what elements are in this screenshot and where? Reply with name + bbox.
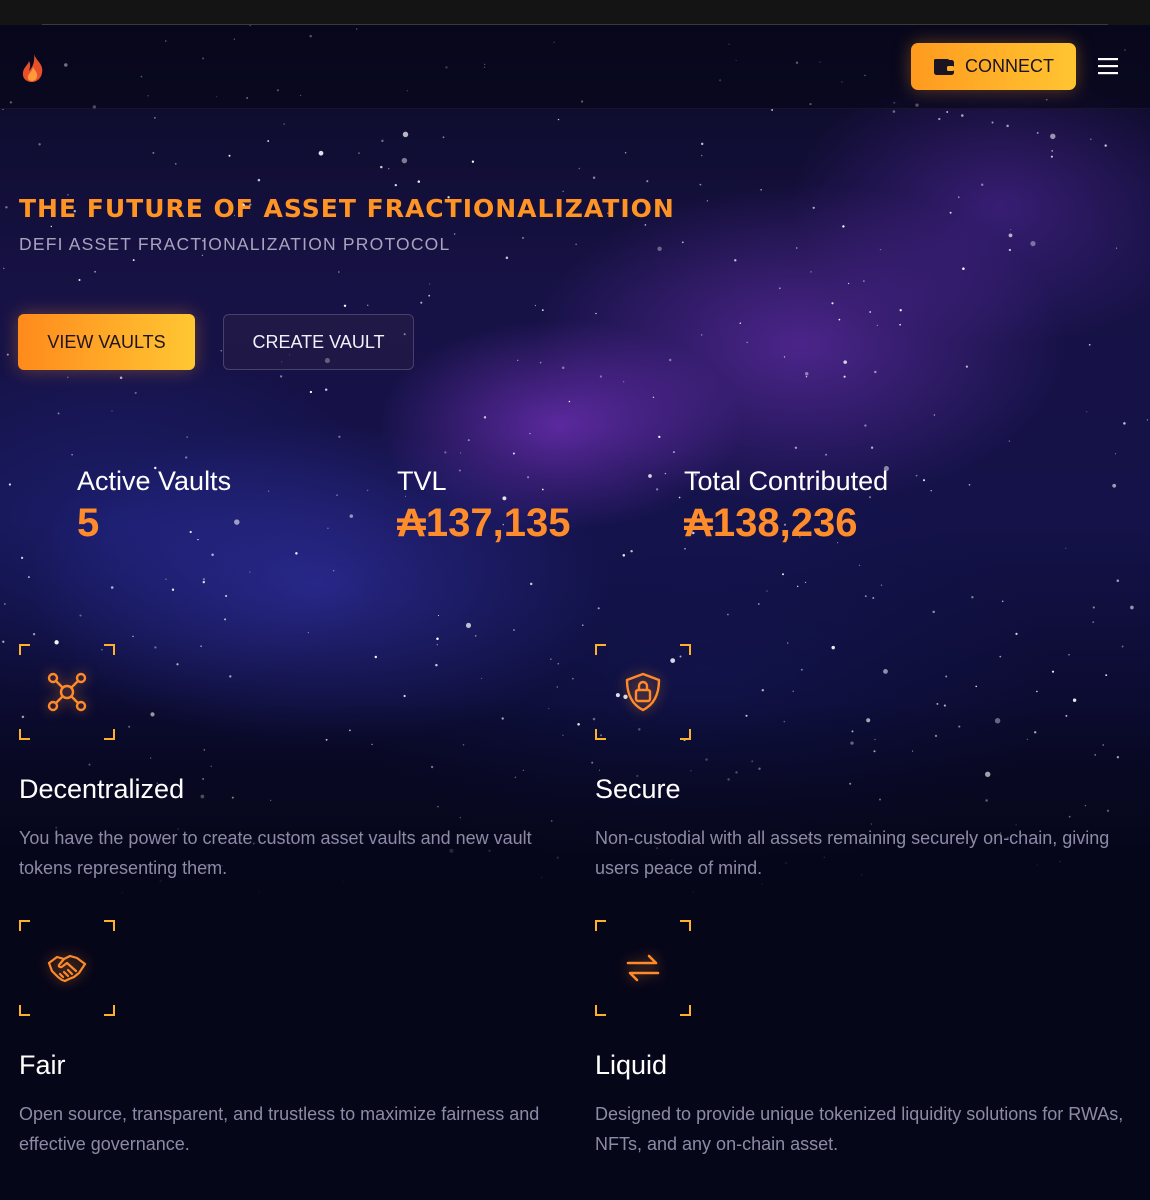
connect-wallet-button[interactable]: CONNECT — [911, 43, 1076, 90]
shield-lock-icon — [625, 672, 661, 712]
hamburger-menu-icon[interactable] — [1096, 55, 1120, 77]
handshake-icon — [47, 954, 87, 983]
feature-description: Non-custodial with all assets remaining … — [595, 828, 1110, 878]
feature-title: Liquid — [595, 1050, 668, 1080]
feature-title: Decentralized — [19, 774, 185, 804]
stat-label: TVL — [397, 466, 447, 496]
stat-active-vaults: Active Vaults 5 — [77, 466, 231, 546]
hero-title: THE FUTURE OF ASSET FRACTIONALIZATION — [19, 194, 675, 223]
stat-label: Active Vaults — [77, 466, 232, 496]
stat-value: 5 — [77, 501, 100, 545]
stat-total-contributed: Total Contributed ₳138,236 — [684, 466, 888, 546]
feature-description: You have the power to create custom asse… — [19, 828, 532, 878]
connect-label: CONNECT — [965, 56, 1054, 76]
stat-value: ₳138,236 — [684, 501, 858, 545]
flame-logo-icon[interactable] — [20, 53, 46, 83]
feature-liquid: Liquid Designed to provide unique tokeni… — [595, 920, 1135, 1159]
icon-frame — [595, 920, 691, 1016]
stat-value: ₳137,135 — [397, 501, 571, 545]
browser-top-strip — [0, 0, 1150, 25]
feature-description: Designed to provide unique tokenized liq… — [595, 1104, 1124, 1154]
hero-subtitle: DEFI ASSET FRACTIONALIZATION PROTOCOL — [19, 234, 451, 254]
feature-description: Open source, transparent, and trustless … — [19, 1104, 540, 1154]
network-nodes-icon — [47, 672, 87, 712]
stat-label: Total Contributed — [684, 466, 889, 496]
icon-frame — [19, 644, 115, 740]
feature-title: Fair — [19, 1050, 66, 1080]
feature-secure: Secure Non-custodial with all assets rem… — [595, 644, 1135, 883]
wallet-icon — [934, 58, 954, 75]
icon-frame — [595, 644, 691, 740]
create-vault-button[interactable]: CREATE VAULT — [223, 314, 414, 370]
feature-fair: Fair Open source, transparent, and trust… — [19, 920, 559, 1159]
stat-tvl: TVL ₳137,135 — [397, 466, 570, 546]
icon-frame — [19, 920, 115, 1016]
feature-decentralized: Decentralized You have the power to crea… — [19, 644, 559, 883]
feature-title: Secure — [595, 774, 681, 804]
swap-arrows-icon — [626, 954, 660, 982]
view-vaults-button[interactable]: VIEW VAULTS — [18, 314, 195, 370]
